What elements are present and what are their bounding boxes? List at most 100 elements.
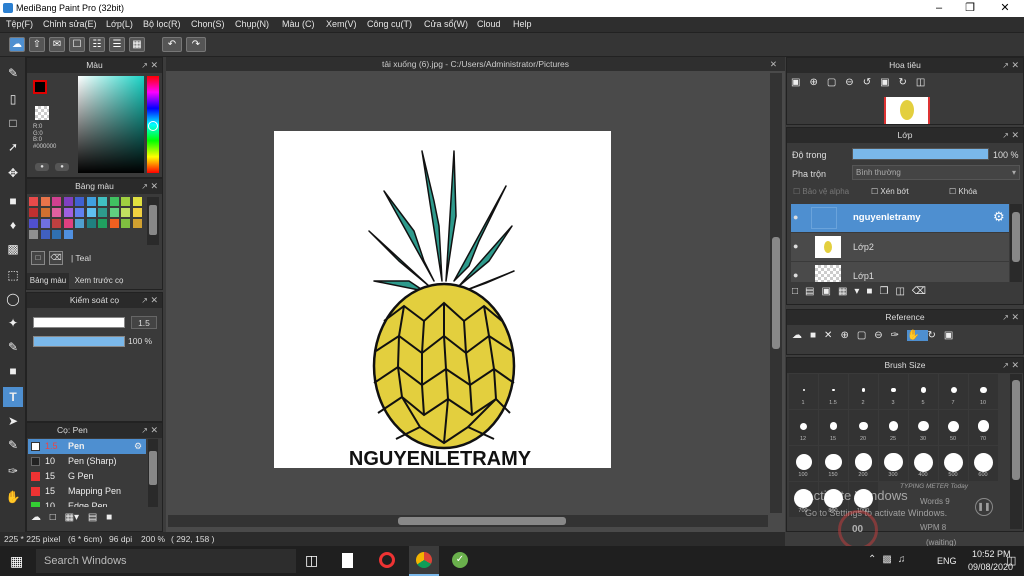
- brush-size-cell[interactable]: 1: [789, 374, 818, 409]
- transparent-swatch[interactable]: [35, 106, 49, 120]
- cloud-download-icon[interactable]: ☁: [792, 330, 810, 341]
- fit-icon[interactable]: ▣: [880, 77, 898, 88]
- zoom-out-icon[interactable]: ⊖: [845, 77, 862, 88]
- brush-size-cell[interactable]: 20: [849, 410, 878, 445]
- palette-swatch[interactable]: [109, 219, 119, 228]
- palette-swatch[interactable]: [121, 208, 130, 217]
- pause-icon[interactable]: ❚❚: [975, 498, 993, 516]
- cloud-brush-icon[interactable]: ☁: [31, 512, 41, 523]
- shape-tool-icon[interactable]: □: [3, 113, 23, 133]
- brush-item-pen-sharp[interactable]: 10 Pen (Sharp): [28, 454, 146, 469]
- layer-settings-icon[interactable]: ◫: [895, 286, 911, 297]
- blend-mode-select[interactable]: Bình thường ▾: [852, 165, 1020, 180]
- menu-cloud[interactable]: Cloud: [477, 19, 501, 29]
- palette-swatch[interactable]: [29, 197, 38, 206]
- palette-swatch[interactable]: [98, 219, 107, 228]
- zoom-in-icon[interactable]: ⊕: [809, 77, 826, 88]
- close-icon[interactable]: ✕: [1011, 358, 1019, 373]
- brush-size-scrollbar[interactable]: [1010, 374, 1022, 529]
- close-reference-icon[interactable]: ✕: [824, 330, 840, 341]
- minimize-button[interactable]: –: [924, 1, 954, 16]
- menu-window[interactable]: Cửa sổ(W): [424, 19, 468, 29]
- brush-size-cell[interactable]: 25: [879, 410, 908, 445]
- foreground-color-swatch[interactable]: [33, 80, 47, 94]
- clock-time[interactable]: 10:52 PM: [972, 549, 1011, 559]
- brush-size-cell[interactable]: 10: [969, 374, 998, 409]
- brush-size-cell[interactable]: 1.5: [819, 374, 848, 409]
- brush-size-cell[interactable]: 150: [819, 446, 848, 481]
- close-icon[interactable]: ✕: [1011, 58, 1019, 73]
- close-icon[interactable]: ✕: [150, 293, 158, 308]
- palette-swatch[interactable]: [121, 197, 130, 206]
- palette-swatch[interactable]: [86, 197, 96, 206]
- eyedropper-icon[interactable]: ✑: [891, 330, 907, 341]
- eyedropper-icon[interactable]: ✑: [3, 461, 23, 481]
- close-icon[interactable]: ✕: [150, 58, 158, 73]
- fit-icon[interactable]: ▣: [944, 330, 961, 341]
- palette-swatch[interactable]: [75, 197, 84, 206]
- clipping-checkbox[interactable]: ☐: [871, 187, 878, 196]
- zoom-fit-icon[interactable]: ▣: [791, 77, 809, 88]
- palette-swatch[interactable]: [52, 197, 61, 206]
- lasso-icon[interactable]: ◯: [3, 289, 23, 309]
- menu-capture[interactable]: Chụp(N): [235, 19, 269, 29]
- rotate-left-icon[interactable]: ↺: [863, 77, 880, 88]
- undo-icon[interactable]: ↶: [162, 37, 182, 52]
- gear-icon[interactable]: ⚙: [993, 209, 1005, 225]
- merge-layer-icon[interactable]: ❐: [879, 286, 895, 297]
- brush-size-cell[interactable]: 100: [789, 446, 818, 481]
- drawing-canvas[interactable]: NGUYENLETRAMY: [274, 131, 611, 470]
- brush-size-cell[interactable]: 300: [879, 446, 908, 481]
- palette-swatch[interactable]: [75, 208, 84, 217]
- medibang-taskbar-icon[interactable]: ✓: [452, 552, 468, 568]
- brush-tool-icon[interactable]: ✎: [3, 63, 23, 83]
- navigator-preview[interactable]: [884, 97, 930, 124]
- brush-size-cell[interactable]: 15: [819, 410, 848, 445]
- new-brush-icon[interactable]: □: [50, 512, 56, 523]
- brush-size-cell[interactable]: 500: [939, 446, 968, 481]
- new-halftone-layer-icon[interactable]: ▤: [805, 286, 821, 297]
- move-tool-icon[interactable]: ✥: [3, 163, 23, 183]
- visibility-eye-icon[interactable]: ●: [793, 270, 798, 280]
- brush-opacity-slider[interactable]: [33, 336, 125, 347]
- duplicate-layer-icon[interactable]: ▣: [822, 286, 838, 297]
- menu-filter[interactable]: Bộ lọc(R): [143, 19, 181, 29]
- palette-swatch[interactable]: [40, 197, 50, 206]
- palette-swatch[interactable]: [109, 208, 119, 217]
- file-explorer-icon[interactable]: [342, 553, 353, 568]
- brush-size-slider[interactable]: [33, 317, 125, 328]
- brush-size-cell[interactable]: 5: [909, 374, 938, 409]
- close-button[interactable]: ✕: [990, 1, 1020, 16]
- brush-size-cell[interactable]: 200: [849, 446, 878, 481]
- maximize-button[interactable]: ❐: [955, 1, 985, 16]
- folder-icon[interactable]: ■: [106, 512, 112, 523]
- redo-icon[interactable]: ↷: [186, 37, 206, 52]
- palette-swatch[interactable]: [121, 219, 130, 228]
- tab-brush-preview[interactable]: Xem trước cọ: [71, 273, 127, 289]
- menu-color[interactable]: Màu (C): [282, 19, 315, 29]
- color-wheel-icon[interactable]: ●: [35, 163, 49, 171]
- brush-size-cell[interactable]: 7: [939, 374, 968, 409]
- palette-swatch[interactable]: [86, 219, 96, 228]
- palette-swatch[interactable]: [40, 208, 50, 217]
- hue-handle[interactable]: [148, 121, 158, 131]
- palette-swatch[interactable]: [109, 197, 119, 206]
- volume-icon[interactable]: ♫: [898, 554, 912, 565]
- close-icon[interactable]: ✕: [1011, 128, 1019, 143]
- palette-swatch[interactable]: [132, 219, 142, 228]
- delete-color-icon[interactable]: ⌫: [49, 251, 63, 265]
- brush-size-cell[interactable]: 600: [969, 446, 998, 481]
- chrome-taskbar-item[interactable]: [409, 546, 439, 576]
- select-eraser-icon[interactable]: ■: [3, 361, 23, 381]
- lock-checkbox[interactable]: ☐: [949, 187, 956, 196]
- notification-icon[interactable]: ◫: [1006, 554, 1016, 567]
- brush-size-cell[interactable]: 3: [879, 374, 908, 409]
- hand-icon[interactable]: ✋: [907, 330, 928, 341]
- menu-select[interactable]: Chọn(S): [191, 19, 225, 29]
- menu-tools[interactable]: Công cụ(T): [367, 19, 412, 29]
- search-box[interactable]: Search Windows: [36, 549, 296, 573]
- gear-icon[interactable]: ⚙: [134, 439, 142, 454]
- palette-swatch[interactable]: [40, 219, 50, 228]
- input-language[interactable]: ENG: [937, 556, 957, 566]
- palette-swatch[interactable]: [63, 230, 73, 239]
